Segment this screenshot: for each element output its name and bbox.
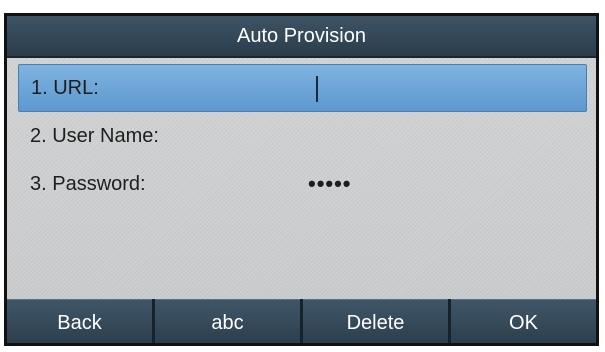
back-button[interactable]: Back (7, 299, 152, 343)
delete-button[interactable]: Delete (303, 299, 448, 343)
screen-title: Auto Provision (7, 16, 596, 58)
input-mode-button[interactable]: abc (155, 299, 300, 343)
password-field-row[interactable]: 3. Password: ••••• (18, 160, 587, 208)
password-input[interactable]: ••••• (308, 160, 352, 208)
user-name-field-row[interactable]: 2. User Name: (18, 112, 587, 160)
softkey-bar: Back abc Delete OK (7, 299, 596, 343)
password-label: 3. Password: (30, 173, 146, 195)
user-name-label: 2. User Name: (30, 125, 159, 147)
ok-button[interactable]: OK (451, 299, 596, 343)
text-cursor (316, 76, 318, 102)
url-label: 1. URL: (31, 77, 99, 99)
url-field-row[interactable]: 1. URL: (18, 64, 587, 112)
phone-screen: Auto Provision 1. URL: 2. User Name: 3. … (4, 13, 599, 346)
settings-form: 1. URL: 2. User Name: 3. Password: ••••• (7, 64, 596, 208)
